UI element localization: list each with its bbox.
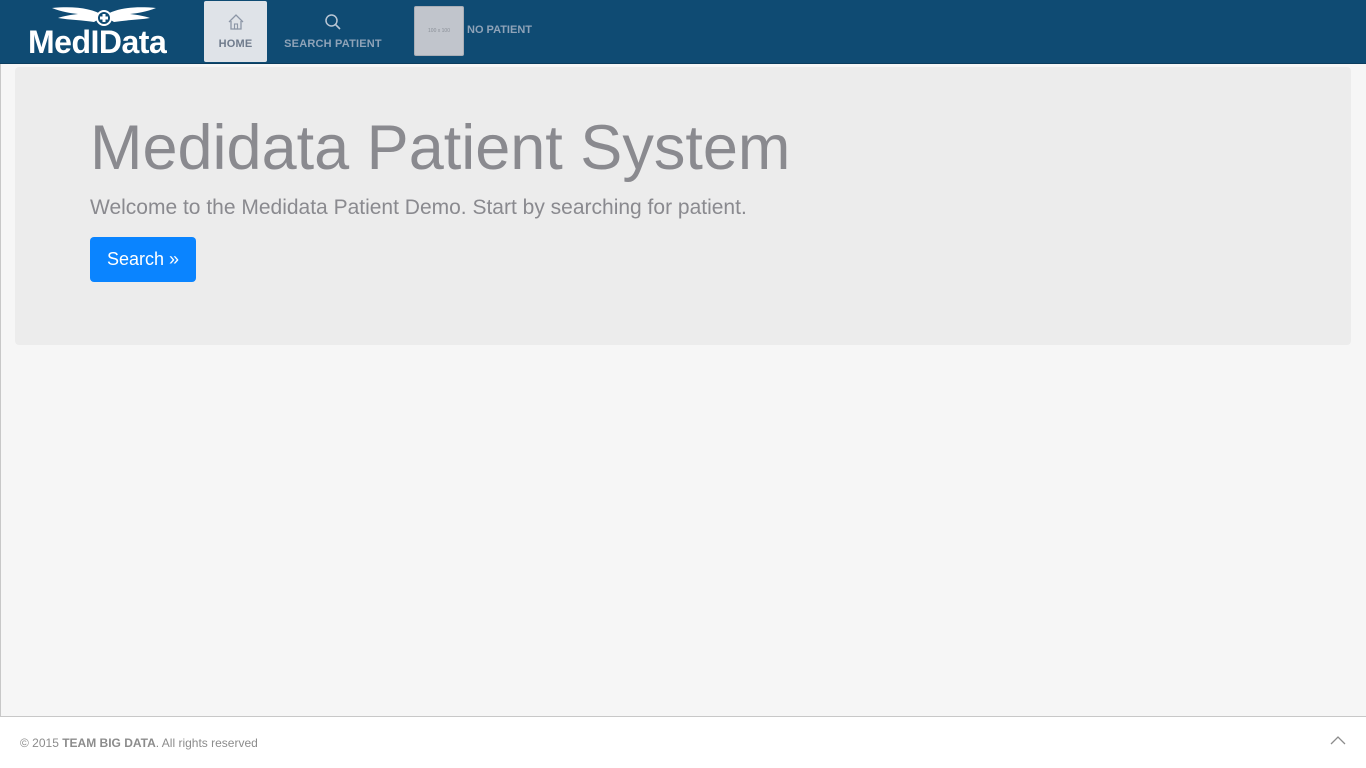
avatar-placeholder-text: 100 x 100	[428, 28, 450, 34]
footer: © 2015 TEAM BIG DATA. All rights reserve…	[0, 716, 1366, 768]
nav-home[interactable]: HOME	[204, 1, 267, 62]
home-icon	[228, 14, 243, 30]
copyright-year: © 2015	[20, 736, 59, 750]
search-button[interactable]: Search »	[90, 237, 196, 282]
logo-text: MedIData	[28, 24, 167, 60]
nav-home-label: HOME	[218, 38, 253, 50]
top-navbar: MedIData HOME SEARCH PATIENT 100 x 100 N…	[0, 0, 1366, 64]
nav-search-label: SEARCH PATIENT	[284, 38, 382, 50]
nav-search-patient[interactable]: SEARCH PATIENT	[279, 1, 387, 62]
page-title: Medidata Patient System	[90, 113, 791, 183]
welcome-text: Welcome to the Medidata Patient Demo. St…	[90, 196, 747, 219]
patient-status-label[interactable]: NO PATIENT	[467, 24, 532, 36]
rights-text: . All rights reserved	[155, 736, 258, 750]
search-icon	[325, 14, 341, 30]
chevron-up-icon[interactable]	[1328, 731, 1348, 751]
footer-copyright: © 2015 TEAM BIG DATA. All rights reserve…	[20, 736, 258, 750]
team-name: TEAM BIG DATA	[62, 736, 156, 750]
medidata-logo[interactable]: MedIData	[26, 4, 191, 60]
patient-avatar[interactable]: 100 x 100	[414, 6, 464, 56]
